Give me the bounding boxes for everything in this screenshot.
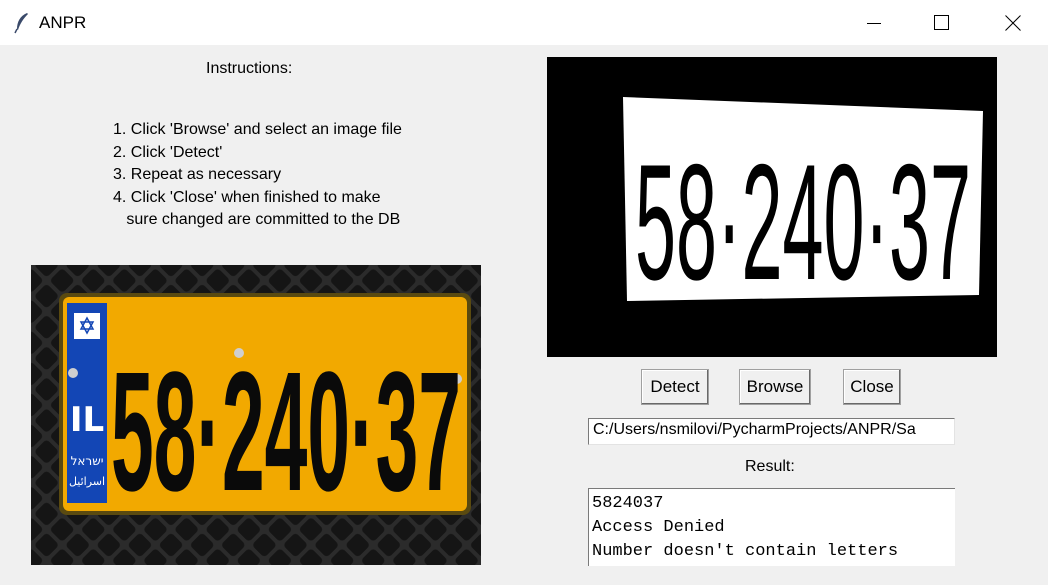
plate-arabic-text: اسرائيل xyxy=(69,475,105,488)
maximize-button[interactable] xyxy=(919,0,965,45)
plate-number-text: 58·240·37 xyxy=(111,337,461,527)
result-label: Result: xyxy=(745,458,795,475)
browse-button[interactable]: Browse xyxy=(739,369,811,405)
instruction-step: 2. Click 'Detect' xyxy=(113,143,223,161)
result-textbox[interactable]: 5824037 Access Denied Number doesn't conta… xyxy=(588,488,955,566)
instruction-step: 4. Click 'Close' when finished to make xyxy=(113,188,381,206)
plate-country-text: IL xyxy=(70,400,104,440)
instruction-step: sure changed are committed to the DB xyxy=(113,211,401,228)
minimize-button[interactable] xyxy=(851,0,897,45)
processed-plate-image: 58·240·37 xyxy=(547,57,997,357)
instructions-list: 1. Click 'Browse' and select an image fi… xyxy=(113,119,402,232)
instructions-heading: Instructions: xyxy=(206,60,293,77)
minimize-icon xyxy=(867,22,881,24)
plate-hebrew-text: ישראל xyxy=(71,454,104,468)
instruction-step: 3. Repeat as necessary xyxy=(113,166,282,183)
detect-button[interactable]: Detect xyxy=(641,369,709,405)
close-window-button[interactable] xyxy=(990,0,1036,45)
original-plate-image: IL ישראל اسرائيل 58·240·37 xyxy=(31,265,481,565)
result-line: Access Denied xyxy=(592,518,725,537)
close-icon xyxy=(1005,14,1021,31)
maximize-icon xyxy=(934,14,949,30)
result-line: 5824037 xyxy=(592,494,664,513)
file-path-input[interactable]: C:/Users/nsmilovi/PycharmProjects/ANPR/S… xyxy=(588,418,955,445)
processed-plate-text: 58·240·37 xyxy=(635,130,971,314)
title-bar: ANPR xyxy=(0,0,1048,45)
feather-icon xyxy=(14,13,28,34)
instruction-step: 1. Click 'Browse' and select an image fi… xyxy=(113,121,402,138)
result-line: Number doesn't contain letters xyxy=(592,542,899,561)
window-title: ANPR xyxy=(39,13,87,32)
close-button[interactable]: Close xyxy=(843,369,901,405)
